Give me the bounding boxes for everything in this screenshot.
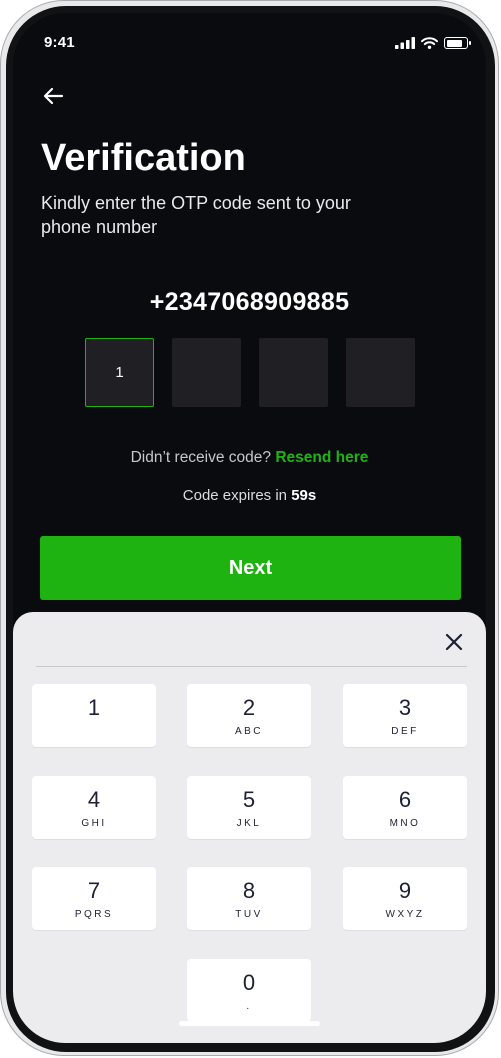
key-letters: . [246, 1001, 252, 1012]
key-2[interactable]: 2 ABC [187, 684, 311, 747]
otp-digit-1[interactable]: 1 [85, 338, 154, 407]
key-digit: 0 [242, 970, 256, 995]
key-0[interactable]: 0 . [187, 959, 311, 1022]
numeric-keypad: 1 2 ABC 3 DEF 4 GHI 5 JKL 6 MNO 7 PQRS 8 [13, 612, 486, 1043]
arrow-left-icon [43, 87, 64, 105]
key-8[interactable]: 8 TUV [187, 867, 311, 930]
key-digit: 5 [242, 787, 256, 812]
otp-digit-4[interactable] [346, 338, 415, 407]
battery-level [446, 39, 462, 47]
wifi-icon [421, 37, 438, 49]
otp-input-group: 1 [85, 338, 415, 407]
key-5[interactable]: 5 JKL [187, 776, 311, 839]
key-digit: 6 [398, 787, 412, 812]
key-letters: ABC [234, 726, 264, 737]
back-button[interactable] [39, 81, 69, 111]
key-6[interactable]: 6 MNO [343, 776, 467, 839]
keypad-close-button[interactable] [442, 630, 466, 654]
status-bar: 9:41 [13, 13, 486, 69]
key-9[interactable]: 9 WXYZ [343, 867, 467, 930]
key-letters: PQRS [74, 909, 114, 920]
key-3[interactable]: 3 DEF [343, 684, 467, 747]
key-letters: MNO [389, 818, 421, 829]
key-4[interactable]: 4 GHI [32, 776, 156, 839]
key-digit: 7 [87, 878, 101, 903]
expiry-prefix: Code expires in [182, 487, 292, 504]
page-subtitle: Kindly enter the OTP code sent to your p… [41, 193, 351, 237]
resend-line: Didn’t receive code? Resend here [13, 449, 486, 467]
phone-number: +2347068909885 [149, 288, 350, 316]
signal-icon [395, 37, 415, 49]
resend-link[interactable]: Resend here [275, 449, 368, 466]
key-7[interactable]: 7 PQRS [32, 867, 156, 930]
key-digit: 8 [242, 878, 256, 903]
key-digit: 3 [398, 695, 412, 720]
key-digit: 9 [398, 878, 412, 903]
otp-digit-3[interactable] [259, 338, 328, 407]
status-time: 9:41 [44, 34, 75, 51]
key-letters: JKL [236, 818, 262, 829]
battery-icon [444, 37, 471, 49]
status-icons [395, 37, 471, 49]
key-digit: 4 [87, 787, 101, 812]
expiry-line: Code expires in 59s [13, 487, 486, 504]
key-letters: WXYZ [385, 909, 425, 920]
key-letters: TUV [235, 909, 263, 920]
key-letters: GHI [81, 818, 107, 829]
expiry-countdown: 59s [291, 487, 317, 504]
page-title: Verification [41, 137, 246, 179]
key-digit: 2 [242, 695, 256, 720]
next-button[interactable]: Next [40, 536, 461, 600]
otp-digit-2[interactable] [172, 338, 241, 407]
keypad-divider [36, 666, 467, 667]
key-1[interactable]: 1 [32, 684, 156, 747]
key-letters: DEF [391, 726, 419, 737]
home-indicator [179, 1021, 320, 1026]
screen: 9:41 Verification Kindly enter the OTP c… [13, 13, 486, 1043]
resend-prompt: Didn’t receive code? [130, 449, 276, 466]
close-icon [445, 633, 463, 651]
key-digit: 1 [87, 695, 101, 720]
